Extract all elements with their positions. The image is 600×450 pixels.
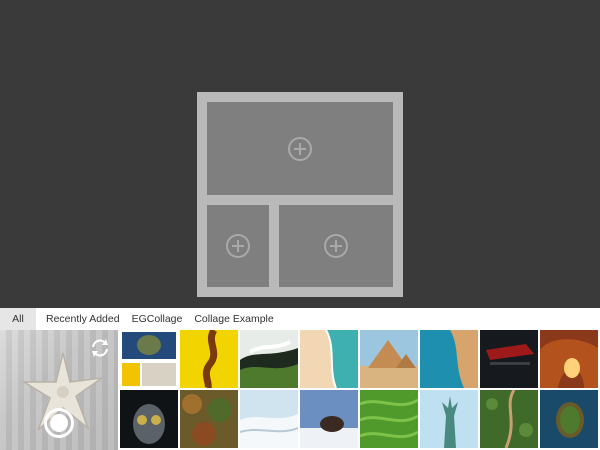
plus-circle-icon bbox=[324, 234, 348, 258]
photo-thumb-green-field[interactable] bbox=[360, 390, 418, 448]
tab-label: All bbox=[12, 313, 24, 325]
photo-thumb-collage-preview[interactable] bbox=[120, 330, 178, 388]
plus-circle-icon bbox=[226, 234, 250, 258]
photo-grid bbox=[120, 330, 600, 450]
photo-gallery bbox=[0, 330, 600, 450]
photo-thumb-yellow-abstract[interactable] bbox=[180, 330, 238, 388]
collage-frame bbox=[197, 92, 403, 297]
collage-slot-top[interactable] bbox=[207, 102, 393, 195]
collage-canvas bbox=[0, 0, 600, 308]
camera-preview[interactable] bbox=[0, 330, 118, 450]
tab-all[interactable]: All bbox=[0, 308, 36, 330]
photo-thumb-coast-aerial[interactable] bbox=[420, 330, 478, 388]
shutter-button-icon[interactable] bbox=[44, 408, 74, 438]
tab-label: Collage Example bbox=[194, 313, 274, 325]
photo-thumb-owl[interactable] bbox=[120, 390, 178, 448]
tab-recently-added[interactable]: Recently Added bbox=[40, 308, 126, 330]
photo-thumb-snow-dunes[interactable] bbox=[240, 390, 298, 448]
photo-thumb-eagle-in-snow[interactable] bbox=[300, 390, 358, 448]
tab-label: Recently Added bbox=[46, 313, 120, 325]
collage-slot-bottom-left[interactable] bbox=[207, 205, 269, 287]
tab-egcollage[interactable]: EGCollage bbox=[126, 308, 189, 330]
shutter-inner bbox=[50, 414, 68, 432]
tab-label: EGCollage bbox=[131, 313, 183, 325]
photo-thumb-red-car[interactable] bbox=[480, 330, 538, 388]
photo-thumb-forest-road[interactable] bbox=[480, 390, 538, 448]
photo-thumb-statue-of-liberty[interactable] bbox=[420, 390, 478, 448]
photo-thumb-autumn-forest[interactable] bbox=[180, 390, 238, 448]
tab-collage-example[interactable]: Collage Example bbox=[188, 308, 279, 330]
photo-thumb-canyon-arch[interactable] bbox=[540, 330, 598, 388]
plus-circle-icon bbox=[288, 136, 312, 161]
photo-thumb-island-aerial[interactable] bbox=[540, 390, 598, 448]
photo-thumb-glacier-landscape[interactable] bbox=[240, 330, 298, 388]
switch-camera-icon[interactable] bbox=[88, 336, 112, 360]
collage-slot-bottom-right[interactable] bbox=[279, 205, 393, 287]
photo-thumb-beach-aerial[interactable] bbox=[300, 330, 358, 388]
album-tabs: All Recently Added EGCollage Collage Exa… bbox=[0, 308, 600, 330]
photo-thumb-pyramids[interactable] bbox=[360, 330, 418, 388]
